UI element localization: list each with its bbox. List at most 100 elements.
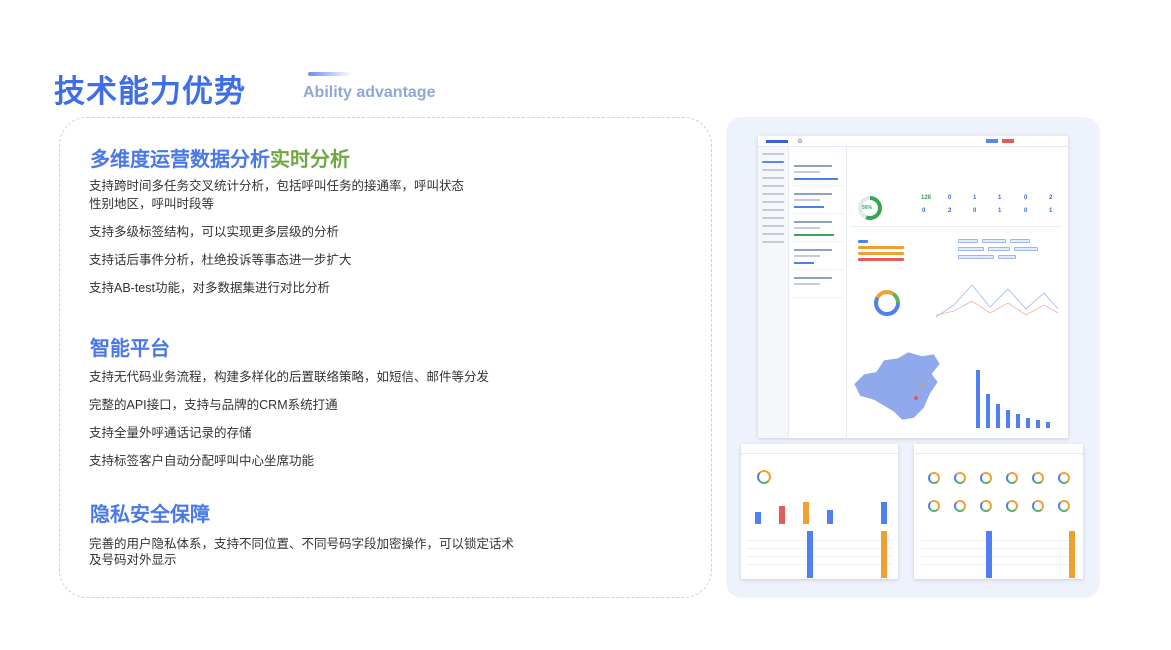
highlight-column — [1069, 531, 1075, 578]
search-icon — [798, 139, 802, 143]
sidebar-item — [762, 201, 784, 203]
kpi-value: 1 — [973, 195, 977, 201]
kpi-value: 1 — [1049, 208, 1053, 214]
chart-bar — [986, 394, 990, 428]
table-row — [920, 564, 1077, 565]
kpi-value: 0 — [1024, 208, 1028, 214]
chart-bar — [779, 506, 785, 524]
sidebar-item — [762, 233, 784, 235]
kpi-value: 0 — [922, 208, 926, 214]
kpi-value: 0 — [948, 195, 952, 201]
donut-thumbnail — [1006, 472, 1018, 484]
logo — [766, 140, 788, 143]
kpi-value: 1 — [998, 195, 1002, 201]
subtitle-accent-bar — [308, 72, 352, 76]
table-row — [747, 548, 892, 549]
region-bar-chart — [972, 366, 1064, 428]
chart-bar — [827, 510, 833, 524]
donut-thumbnail — [1032, 500, 1044, 512]
table-row — [920, 556, 1077, 557]
report-header — [914, 444, 1083, 454]
section-title-accent: 实时分析 — [270, 149, 350, 171]
kpi-value: 2 — [948, 208, 952, 214]
section-title-smart-platform: 智能平台 — [90, 338, 170, 360]
highlight-column — [807, 531, 813, 578]
feature-line: 及号码对外显示 — [89, 553, 177, 567]
sidebar-item — [762, 161, 784, 163]
feature-line: 支持AB-test功能，对多数据集进行对比分析 — [89, 281, 330, 295]
table-row — [747, 564, 892, 565]
chart-bar — [1026, 418, 1030, 428]
chart-bar — [1036, 420, 1040, 428]
kpi-value: 0 — [973, 208, 977, 214]
feature-line: 支持无代码业务流程，构建多样化的后置联络策略，如短信、邮件等分发 — [89, 370, 490, 384]
feature-line: 支持话后事件分析，杜绝投诉等事态进一步扩大 — [89, 253, 352, 267]
table-row — [747, 540, 892, 541]
chart-bar — [755, 512, 761, 524]
sidebar-item — [762, 177, 784, 179]
chart-bar — [803, 502, 809, 524]
donut-thumbnail — [1006, 500, 1018, 512]
section-title-data-analysis: 多维度运营数据分析实时分析 — [90, 143, 350, 172]
highlight-column — [881, 531, 887, 578]
section-title-privacy: 隐私安全保障 — [90, 504, 210, 526]
kpi-value: 128 — [921, 195, 932, 201]
report-screenshot-right — [914, 444, 1083, 579]
dashboard-sidebar — [758, 147, 789, 438]
progress-bar — [858, 258, 904, 261]
donut-thumbnail — [1032, 472, 1044, 484]
donut-thumbnail — [980, 500, 992, 512]
chart-bar — [881, 502, 887, 524]
tag-chip — [998, 255, 1016, 259]
notice-badge — [1002, 139, 1014, 143]
chart-bar — [996, 404, 1000, 428]
list-item — [792, 245, 844, 270]
highlight-column — [986, 531, 992, 578]
donut-thumbnail — [1058, 500, 1070, 512]
feature-line: 支持全量外呼通话记录的存储 — [89, 426, 252, 440]
kpi-value: 0 — [1024, 195, 1028, 201]
tag-chip — [988, 247, 1010, 251]
sidebar-item — [762, 169, 784, 171]
sidebar-item — [762, 153, 784, 155]
donut-thumbnail — [954, 472, 966, 484]
tag-chip — [958, 255, 994, 259]
feature-line: 支持多级标签结构，可以实现更多层级的分析 — [89, 225, 340, 239]
donut-thumbnail — [954, 500, 966, 512]
tag-chip — [958, 247, 984, 251]
chart-bar — [1016, 414, 1020, 428]
list-item — [792, 161, 844, 186]
progress-bar — [858, 252, 904, 255]
donut-thumbnail — [928, 500, 940, 512]
sidebar-item — [762, 217, 784, 219]
kpi-value: 2 — [1049, 195, 1053, 201]
section-divider — [850, 226, 1062, 227]
trend-line-chart — [935, 284, 1059, 318]
sidebar-item — [762, 225, 784, 227]
sidebar-item — [762, 241, 784, 243]
tag-chip — [982, 239, 1006, 243]
page-title: 技术能力优势 — [54, 74, 246, 109]
feature-line: 支持标签客户自动分配呼叫中心坐席功能 — [89, 454, 315, 468]
sidebar-item — [762, 193, 784, 195]
donut-thumbnail — [757, 470, 771, 484]
dashboard-topbar — [758, 136, 1068, 147]
dashboard-screenshot: 56% 128 0 1 1 0 2 0 2 0 1 0 1 — [758, 136, 1068, 438]
chart-bar — [1006, 410, 1010, 428]
tag-chip — [1014, 247, 1038, 251]
tag-chip — [1010, 239, 1030, 243]
donut-percent: 56% — [862, 205, 873, 211]
list-item — [792, 189, 844, 214]
category-donut — [874, 290, 900, 316]
kpi-value: 1 — [998, 208, 1002, 214]
chart-bar — [1046, 422, 1050, 428]
chart-bar — [976, 370, 980, 428]
list-item — [792, 273, 844, 298]
china-map — [853, 351, 941, 421]
table-row — [920, 540, 1077, 541]
donut-thumbnail — [928, 472, 940, 484]
progress-bar — [858, 246, 904, 249]
sidebar-item — [762, 185, 784, 187]
tag-chip — [958, 239, 978, 243]
feature-line: 性别地区，呼叫时段等 — [89, 197, 215, 211]
